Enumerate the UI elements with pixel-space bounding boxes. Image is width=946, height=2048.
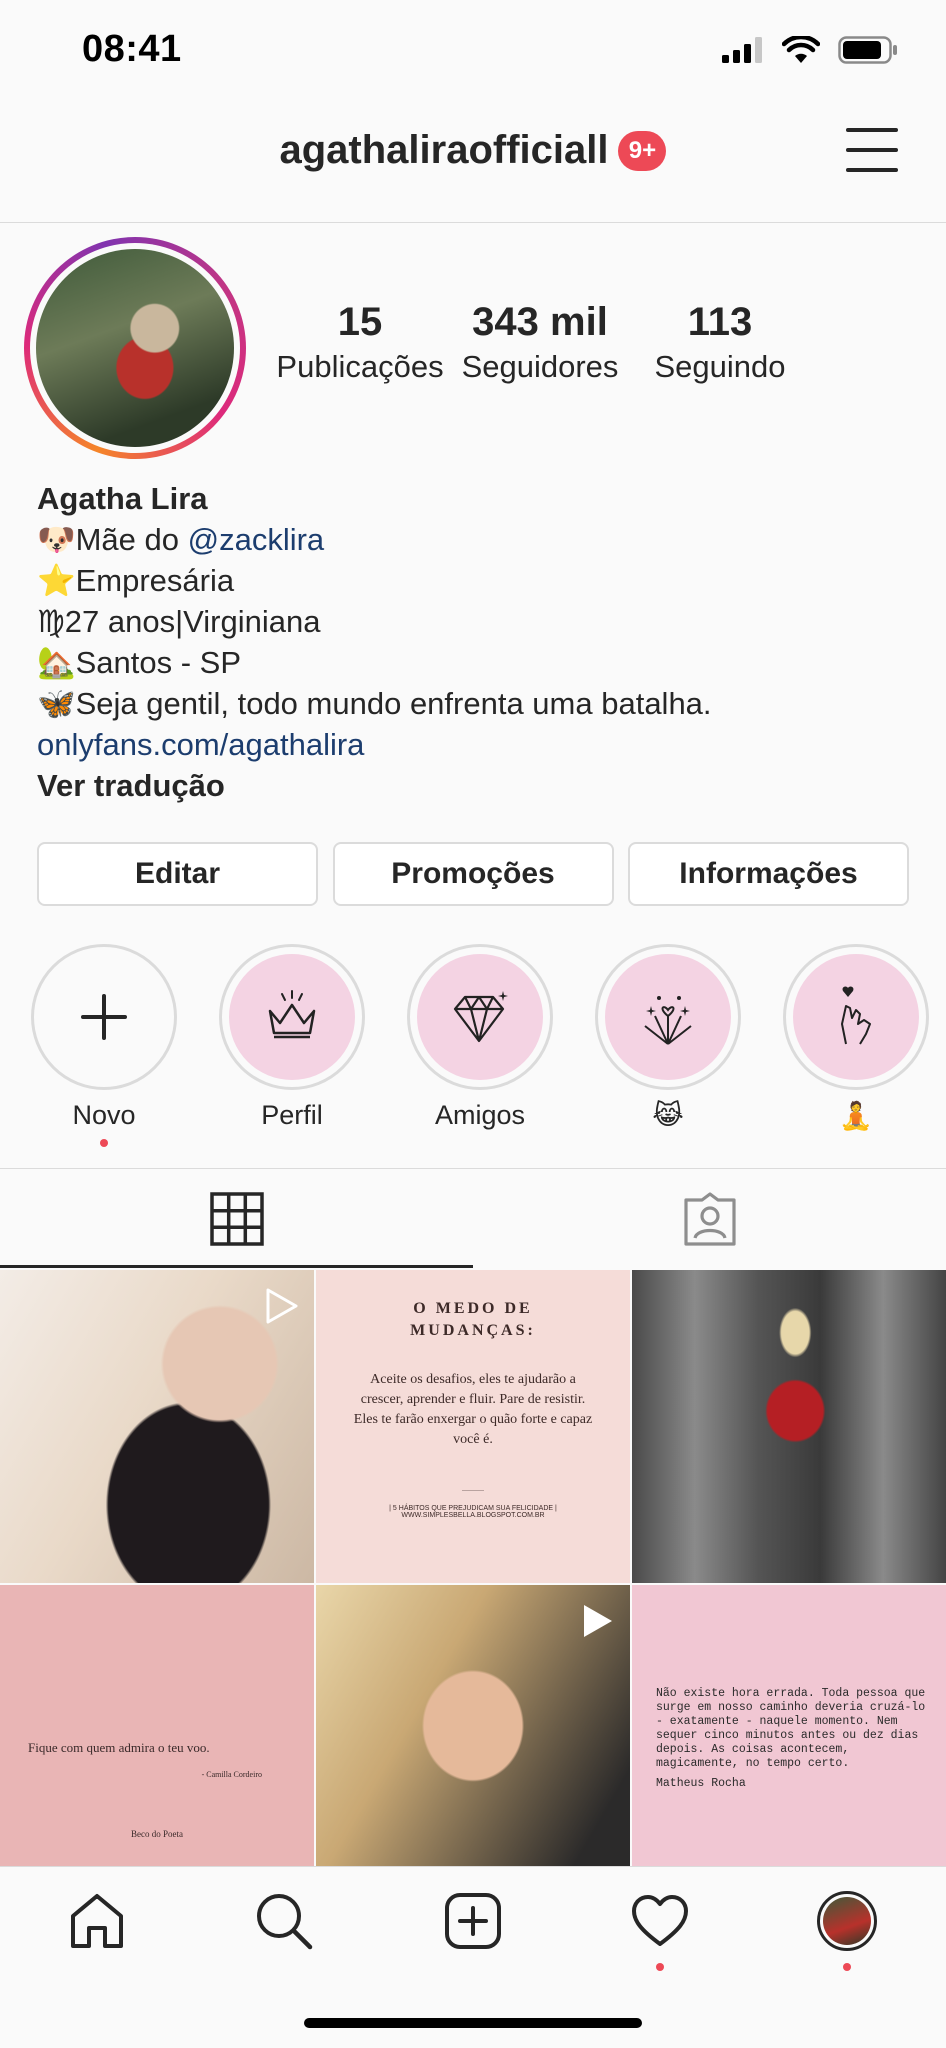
mention-link[interactable]: @zacklira — [188, 522, 325, 557]
highlight-perfil[interactable]: Perfil — [219, 944, 365, 1147]
fireworks-icon — [644, 996, 692, 1045]
followers-label: Seguidores — [461, 349, 619, 384]
post-quote-text: Fique com quem admira o teu voo. — [28, 1740, 210, 1755]
post-thumbnail[interactable] — [316, 1585, 630, 1898]
profile-actions: Editar Promoções Informações — [37, 842, 909, 906]
avatar-image — [36, 249, 234, 447]
profile-header: agathaliraofficiall 9+ — [0, 100, 946, 223]
video-play-icon — [584, 1605, 612, 1637]
signal-icon — [722, 37, 762, 63]
account-switcher[interactable]: agathaliraofficiall 9+ — [0, 128, 946, 173]
highlight-laugh[interactable]: 😹 — [595, 944, 741, 1147]
notification-badge: 9+ — [618, 130, 667, 171]
stat-posts[interactable]: 15 Publicações — [270, 300, 450, 385]
post-thumbnail[interactable]: Não existe hora errada. Toda pessoa que … — [632, 1585, 946, 1898]
promotions-button[interactable]: Promoções — [332, 842, 614, 906]
post-thumbnail[interactable]: O MEDO DE MUDANÇAS: Aceite os desafios, … — [316, 1270, 630, 1583]
status-bar: 08:41 — [0, 0, 946, 100]
nav-home[interactable] — [65, 1889, 129, 1953]
nav-profile[interactable] — [815, 1889, 879, 1971]
posts-grid: O MEDO DE MUDANÇAS: Aceite os desafios, … — [0, 1270, 946, 1898]
activity-dot — [656, 1963, 664, 1971]
post-thumbnail[interactable] — [0, 1270, 314, 1583]
wifi-icon — [782, 36, 820, 63]
post-thumbnail[interactable]: Fique com quem admira o teu voo. - Camil… — [0, 1585, 314, 1898]
post-quote-author: - Camilla Cordeiro — [201, 1770, 262, 1779]
tab-tagged[interactable] — [473, 1169, 946, 1268]
new-indicator-dot — [100, 1139, 108, 1147]
profile-tabs — [0, 1168, 946, 1268]
heart-icon — [632, 1895, 688, 1946]
hamburger-icon — [846, 128, 898, 132]
profile-stats: 15 Publicações 343 mil Seguidores 113 Se… — [270, 300, 810, 385]
profile-avatar[interactable] — [24, 237, 246, 459]
highlight-label: Novo — [72, 1100, 136, 1130]
divider — [462, 1490, 484, 1491]
story-highlights: Novo Perfil Amigos 😹 🧘 — [31, 944, 946, 1147]
highlight-label: Amigos — [434, 1100, 526, 1130]
status-icons — [722, 36, 898, 64]
search-icon — [257, 1894, 313, 1950]
bio-line-2: ⭐Empresária — [37, 563, 235, 598]
profile-name: Agatha Lira — [37, 481, 208, 516]
followers-count: 343 mil — [472, 300, 608, 344]
nav-activity[interactable] — [628, 1889, 692, 1971]
home-icon — [71, 1894, 123, 1948]
profile-avatar-small — [817, 1891, 877, 1951]
see-translation-link[interactable]: Ver tradução — [37, 765, 917, 806]
highlight-label: 🧘 — [839, 1101, 873, 1131]
posts-label: Publicações — [276, 349, 444, 384]
edit-profile-button[interactable]: Editar — [37, 842, 318, 906]
post-quote-body: Aceite os desafios, eles te ajudarão a c… — [353, 1372, 593, 1447]
grid-icon — [209, 1191, 264, 1246]
video-play-icon — [266, 1288, 298, 1324]
bio-line-1: 🐶Mãe do @zacklira — [37, 522, 325, 557]
post-quote-title: O MEDO DE MUDANÇAS: — [410, 1300, 536, 1339]
following-label: Seguindo — [654, 349, 786, 384]
nav-add-post[interactable] — [441, 1889, 505, 1953]
insights-button[interactable]: Informações — [628, 842, 909, 906]
post-quote-text: Não existe hora errada. Toda pessoa que … — [656, 1687, 926, 1770]
status-time: 08:41 — [82, 28, 182, 70]
post-quote-author: Matheus Rocha — [656, 1777, 746, 1790]
stat-followers[interactable]: 343 mil Seguidores — [450, 300, 630, 385]
plus-icon — [81, 994, 127, 1040]
add-post-icon — [445, 1893, 501, 1949]
stat-following[interactable]: 113 Seguindo — [630, 300, 810, 385]
post-quote-source: Beco do Poeta — [131, 1829, 183, 1839]
bio-line-5: 🦋Seja gentil, todo mundo enfrenta uma ba… — [37, 686, 712, 721]
finger-heart-icon — [841, 986, 871, 1045]
profile-bio: Agatha Lira 🐶Mãe do @zacklira ⭐Empresári… — [37, 478, 917, 806]
posts-count: 15 — [337, 300, 383, 344]
profile-dot — [843, 1963, 851, 1971]
highlight-label: 😹 — [652, 1100, 684, 1130]
post-thumbnail[interactable] — [632, 1270, 946, 1583]
nav-search[interactable] — [252, 1889, 316, 1953]
tab-grid[interactable] — [0, 1169, 473, 1268]
following-count: 113 — [687, 300, 753, 344]
highlight-label: Perfil — [261, 1100, 323, 1130]
highlight-new[interactable]: Novo — [31, 944, 177, 1147]
website-link[interactable]: onlyfans.com/agathalira — [37, 724, 917, 765]
home-indicator[interactable] — [304, 2018, 642, 2028]
battery-icon — [838, 36, 897, 64]
diamond-icon — [453, 991, 508, 1043]
menu-button[interactable] — [846, 128, 898, 172]
post-quote-footer: | 5 HÁBITOS QUE PREJUDICAM SUA FELICIDAD… — [389, 1505, 557, 1519]
username[interactable]: agathaliraofficiall — [280, 128, 609, 173]
highlight-amigos[interactable]: Amigos — [407, 944, 553, 1147]
bio-line-4: 🏡Santos - SP — [37, 645, 242, 680]
crown-icon — [268, 990, 316, 1039]
highlight-yoga[interactable]: 🧘 — [783, 944, 929, 1147]
tagged-icon — [683, 1191, 736, 1246]
bio-line-3: ♍27 anos|Virginiana — [37, 604, 321, 639]
